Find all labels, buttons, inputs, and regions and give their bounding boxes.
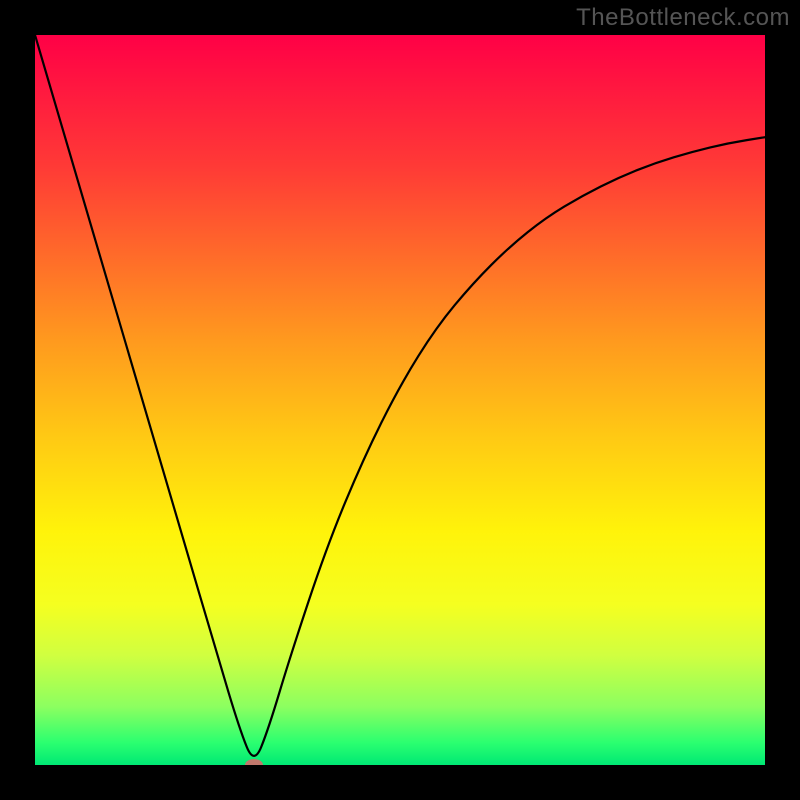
minimum-marker	[245, 759, 263, 765]
chart-frame: TheBottleneck.com	[0, 0, 800, 800]
bottleneck-curve	[35, 35, 765, 756]
curve-svg	[35, 35, 765, 765]
watermark-text: TheBottleneck.com	[576, 4, 790, 32]
plot-area	[35, 35, 765, 765]
